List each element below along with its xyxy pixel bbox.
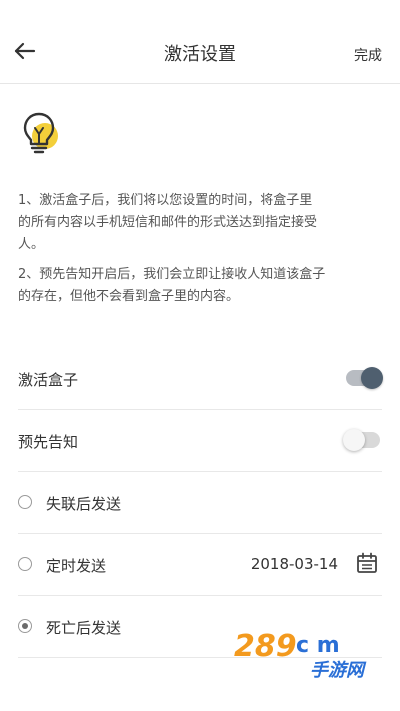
send-option-scheduled[interactable]: 定时发送 2018-03-14 (18, 534, 382, 596)
toggle-knob (361, 367, 383, 389)
explanation-line: 人。 (18, 237, 45, 252)
radio-button[interactable] (18, 619, 32, 633)
advance-notice-row: 预先告知 (18, 410, 382, 472)
activation-settings-screen: 激活设置 完成 1、激活盒子后，我们将以您设置的时间，将盒子里 的所有内容以手机… (0, 0, 400, 711)
calendar-icon[interactable] (356, 552, 378, 574)
activate-box-toggle[interactable] (346, 367, 383, 389)
explanation-line: 的所有内容以手机短信和邮件的形式送达到指定接受 (18, 215, 318, 230)
activation-explanation: 1、激活盒子后，我们将以您设置的时间，将盒子里 的所有内容以手机短信和邮件的形式… (18, 190, 386, 256)
scheduled-date[interactable]: 2018-03-14 (251, 555, 338, 573)
send-option-label: 定时发送 (46, 557, 107, 575)
explanation-line: 的存在，但他不会看到盒子里的内容。 (18, 289, 240, 304)
site-watermark-logo: 289 c m 手游网 (234, 629, 367, 681)
send-option-label: 失联后发送 (46, 495, 122, 513)
lightbulb-icon (23, 112, 58, 154)
page-title: 激活设置 (164, 44, 236, 65)
send-option-lost-contact[interactable]: 失联后发送 (18, 472, 382, 534)
advance-notice-toggle[interactable] (343, 429, 380, 451)
done-button[interactable]: 完成 (354, 45, 382, 65)
send-option-label: 死亡后发送 (46, 619, 122, 637)
radio-button[interactable] (18, 557, 32, 571)
header-bar: 激活设置 完成 (0, 0, 400, 84)
activate-box-row: 激活盒子 (18, 348, 383, 410)
activate-box-label: 激活盒子 (18, 371, 79, 389)
explanation-line: 2、预先告知开启后，我们会立即让接收人知道该盒子 (18, 267, 326, 282)
toggle-knob (343, 429, 365, 451)
explanation-line: 1、激活盒子后，我们将以您设置的时间，将盒子里 (18, 193, 313, 208)
watermark-tagline: 手游网 (310, 660, 367, 681)
advance-notice-label: 预先告知 (18, 433, 79, 451)
radio-button[interactable] (18, 495, 32, 509)
watermark-suffix: c m (296, 633, 340, 658)
watermark-brand: 289 (234, 629, 297, 664)
notice-explanation: 2、预先告知开启后，我们会立即让接收人知道该盒子 的存在，但他不会看到盒子里的内… (18, 264, 386, 308)
